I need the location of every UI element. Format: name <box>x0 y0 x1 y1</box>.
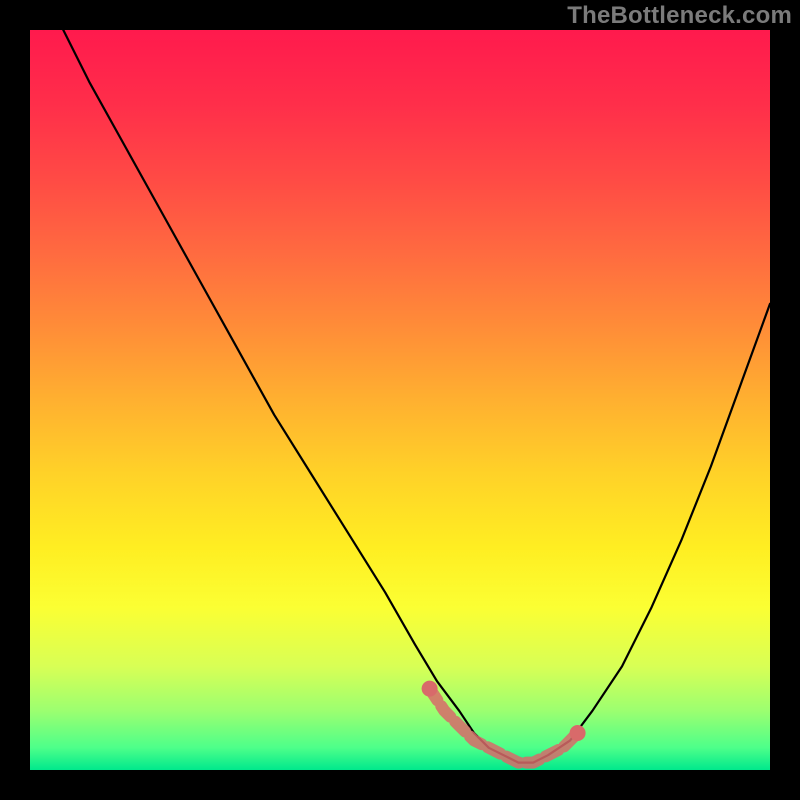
watermark-text: TheBottleneck.com <box>567 2 792 30</box>
marker-endcap <box>422 681 438 697</box>
chart-container: { "watermark": "TheBottleneck.com", "col… <box>0 0 800 800</box>
gradient-background <box>30 30 770 770</box>
bottleneck-chart <box>30 30 770 770</box>
marker-endcap <box>570 725 586 741</box>
